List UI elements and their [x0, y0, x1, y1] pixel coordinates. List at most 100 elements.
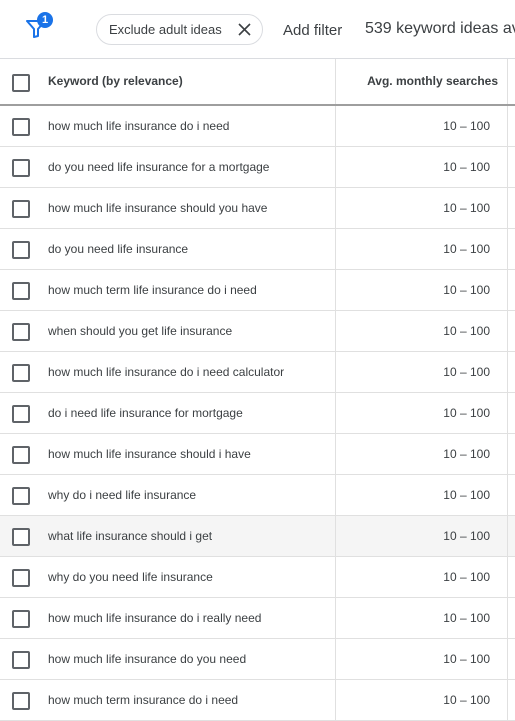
keyword-ideas-count: 539 keyword ideas available: [365, 20, 515, 37]
row-checkbox[interactable]: [12, 323, 30, 341]
column-divider: [507, 229, 508, 269]
column-divider: [507, 680, 508, 720]
searches-cell: 10 – 100: [443, 324, 490, 338]
row-checkbox[interactable]: [12, 405, 30, 423]
keyword-cell: do you need life insurance for a mortgag…: [48, 160, 270, 174]
table-row[interactable]: do you need life insurance for a mortgag…: [0, 147, 515, 188]
column-divider: [507, 557, 508, 597]
searches-cell: 10 – 100: [443, 242, 490, 256]
column-divider: [335, 434, 336, 474]
column-divider: [507, 639, 508, 679]
row-checkbox[interactable]: [12, 569, 30, 587]
table-row[interactable]: how much life insurance should i have 10…: [0, 434, 515, 475]
column-divider: [507, 352, 508, 392]
column-divider: [507, 598, 508, 638]
table-row[interactable]: how much term insurance do i need 10 – 1…: [0, 680, 515, 721]
close-icon[interactable]: [236, 21, 253, 38]
row-checkbox[interactable]: [12, 651, 30, 669]
table-row[interactable]: how much life insurance do i really need…: [0, 598, 515, 639]
searches-cell: 10 – 100: [443, 283, 490, 297]
row-checkbox[interactable]: [12, 528, 30, 546]
row-checkbox[interactable]: [12, 118, 30, 136]
searches-cell: 10 – 100: [443, 406, 490, 420]
table-header-row: Keyword (by relevance) Avg. monthly sear…: [0, 59, 515, 106]
searches-cell: 10 – 100: [443, 119, 490, 133]
table-row[interactable]: do you need life insurance 10 – 100: [0, 229, 515, 270]
column-divider: [335, 639, 336, 679]
column-divider: [335, 106, 336, 146]
column-divider: [335, 352, 336, 392]
searches-cell: 10 – 100: [443, 652, 490, 666]
column-divider: [507, 147, 508, 187]
keyword-cell: why do i need life insurance: [48, 488, 197, 502]
column-divider: [335, 680, 336, 720]
table-row[interactable]: how much life insurance do i need calcul…: [0, 352, 515, 393]
row-checkbox[interactable]: [12, 200, 30, 218]
column-divider: [335, 59, 336, 104]
searches-cell: 10 – 100: [443, 447, 490, 461]
column-divider: [335, 557, 336, 597]
row-checkbox[interactable]: [12, 364, 30, 382]
column-divider: [507, 434, 508, 474]
row-checkbox[interactable]: [12, 610, 30, 628]
add-filter-button[interactable]: Add filter: [283, 22, 342, 39]
keyword-cell: what life insurance should i get: [48, 529, 213, 543]
keyword-cell: how much term insurance do i need: [48, 693, 239, 707]
row-checkbox[interactable]: [12, 446, 30, 464]
row-checkbox[interactable]: [12, 282, 30, 300]
keyword-cell: do you need life insurance: [48, 242, 189, 256]
table-row[interactable]: how much life insurance do you need 10 –…: [0, 639, 515, 680]
column-divider: [335, 188, 336, 228]
keyword-cell: how much life insurance do you need: [48, 652, 247, 666]
keyword-cell: how much life insurance should i have: [48, 447, 251, 461]
keyword-cell: how much term life insurance do i need: [48, 283, 257, 297]
table-row[interactable]: how much life insurance do i need 10 – 1…: [0, 106, 515, 147]
filter-button[interactable]: 1: [26, 12, 56, 44]
keyword-column-header[interactable]: Keyword (by relevance): [48, 59, 183, 104]
searches-cell: 10 – 100: [443, 693, 490, 707]
column-divider: [335, 229, 336, 269]
column-divider: [507, 311, 508, 351]
column-divider: [507, 188, 508, 228]
column-divider: [335, 147, 336, 187]
filter-count-badge: 1: [37, 12, 53, 28]
keyword-cell: how much life insurance do i need: [48, 119, 230, 133]
avg-monthly-searches-header[interactable]: Avg. monthly searches: [367, 59, 498, 104]
table-row[interactable]: how much life insurance should you have …: [0, 188, 515, 229]
column-divider: [507, 393, 508, 433]
row-checkbox[interactable]: [12, 159, 30, 177]
searches-cell: 10 – 100: [443, 201, 490, 215]
row-checkbox[interactable]: [12, 692, 30, 710]
keyword-cell: when should you get life insurance: [48, 324, 233, 338]
searches-cell: 10 – 100: [443, 611, 490, 625]
row-checkbox[interactable]: [12, 487, 30, 505]
table-row[interactable]: how much term life insurance do i need 1…: [0, 270, 515, 311]
select-all-checkbox[interactable]: [12, 74, 30, 92]
searches-cell: 10 – 100: [443, 529, 490, 543]
column-divider: [507, 106, 508, 146]
keyword-cell: how much life insurance should you have: [48, 201, 268, 215]
searches-cell: 10 – 100: [443, 160, 490, 174]
table-row[interactable]: why do i need life insurance 10 – 100: [0, 475, 515, 516]
column-divider: [335, 598, 336, 638]
table-row[interactable]: do i need life insurance for mortgage 10…: [0, 393, 515, 434]
keyword-cell: how much life insurance do i really need: [48, 611, 262, 625]
row-checkbox[interactable]: [12, 241, 30, 259]
exclude-adult-ideas-chip[interactable]: Exclude adult ideas: [96, 14, 263, 45]
table-row[interactable]: what life insurance should i get 10 – 10…: [0, 516, 515, 557]
searches-cell: 10 – 100: [443, 488, 490, 502]
column-divider: [335, 270, 336, 310]
filter-bar: 1 Exclude adult ideas Add filter 539 key…: [0, 0, 515, 59]
column-divider: [335, 311, 336, 351]
table-row[interactable]: when should you get life insurance 10 – …: [0, 311, 515, 352]
keyword-cell: do i need life insurance for mortgage: [48, 406, 243, 420]
column-divider: [507, 475, 508, 515]
keyword-cell: how much life insurance do i need calcul…: [48, 365, 285, 379]
searches-cell: 10 – 100: [443, 365, 490, 379]
column-divider: [507, 270, 508, 310]
table-row[interactable]: why do you need life insurance 10 – 100: [0, 557, 515, 598]
column-divider: [335, 516, 336, 556]
column-divider: [507, 59, 508, 104]
searches-cell: 10 – 100: [443, 570, 490, 584]
column-divider: [507, 516, 508, 556]
